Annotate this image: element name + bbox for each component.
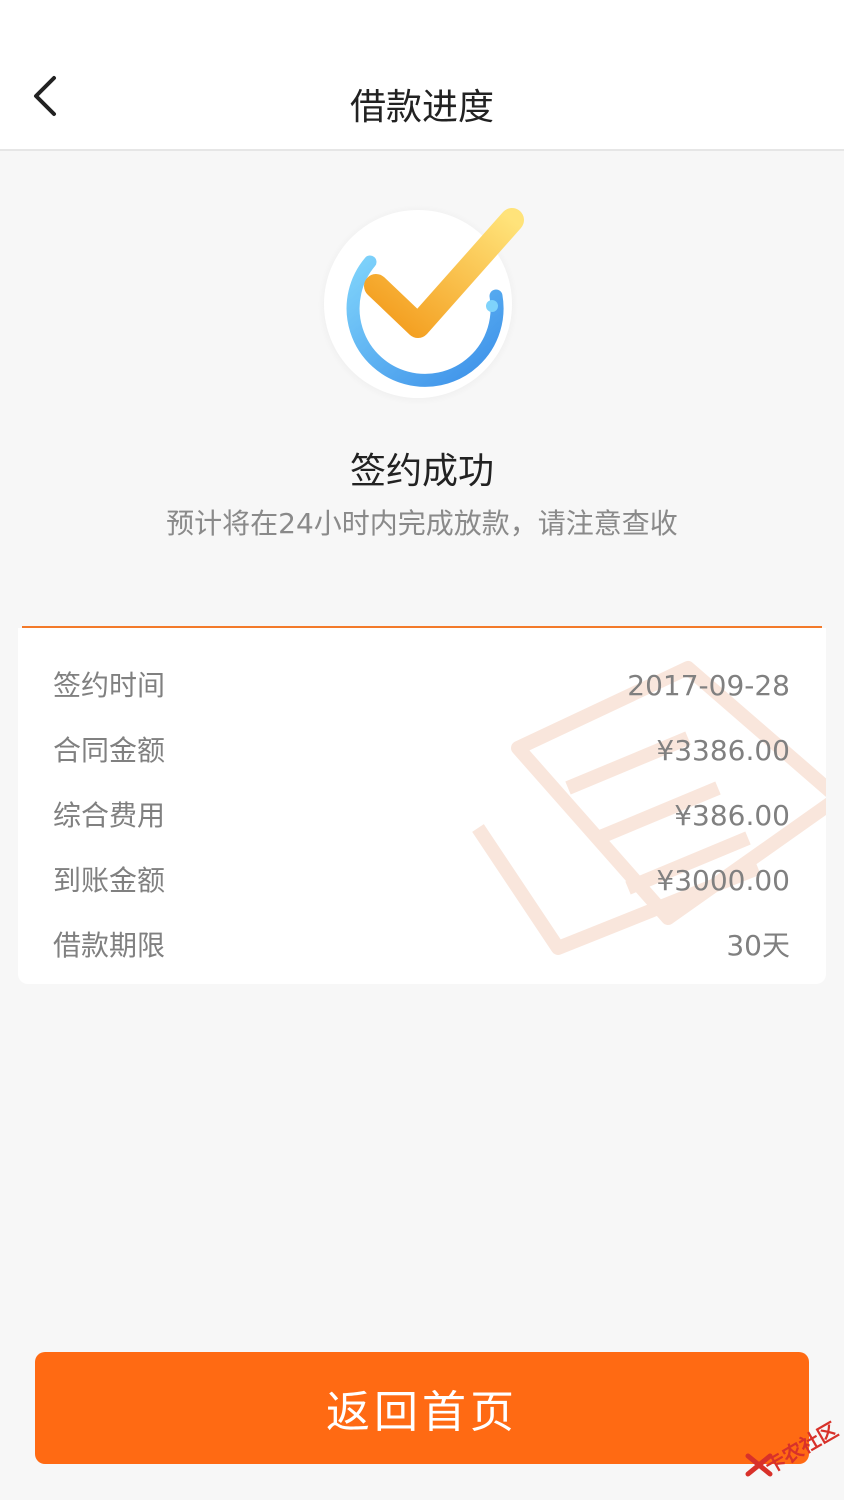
detail-row-sign-date: 签约时间 2017-09-28 (18, 654, 826, 719)
detail-value: ¥386.00 (674, 799, 790, 832)
detail-value: ¥3000.00 (656, 864, 790, 897)
status-title: 签约成功 (349, 451, 494, 492)
forum-watermark-text: 卡农社区 (760, 1417, 843, 1479)
detail-row-loan-term: 借款期限 30天 (18, 914, 826, 979)
check-circle-icon (318, 200, 524, 406)
detail-value: ¥3386.00 (656, 734, 790, 767)
return-home-button[interactable]: 返回首页 (35, 1352, 809, 1464)
detail-label: 合同金额 (53, 734, 166, 767)
status-subtitle: 预计将在24小时内完成放款，请注意查收 (166, 507, 678, 540)
detail-row-contract-amount: 合同金额 ¥3386.00 (18, 719, 826, 784)
forum-watermark: 卡农社区 (742, 1412, 842, 1482)
detail-value: 2017-09-28 (627, 669, 790, 702)
detail-label: 综合费用 (53, 799, 166, 832)
detail-row-received-amount: 到账金额 ¥3000.00 (18, 849, 826, 914)
detail-label: 签约时间 (53, 669, 166, 702)
detail-value: 30天 (726, 929, 790, 962)
page-title: 借款进度 (349, 87, 494, 128)
loan-details-card: 签约时间 2017-09-28 合同金额 ¥3386.00 综合费用 ¥386.… (18, 628, 826, 984)
nav-bar: 借款进度 (0, 0, 844, 151)
detail-label: 到账金额 (53, 864, 166, 897)
detail-row-total-fee: 综合费用 ¥386.00 (18, 784, 826, 849)
detail-label: 借款期限 (53, 929, 166, 962)
